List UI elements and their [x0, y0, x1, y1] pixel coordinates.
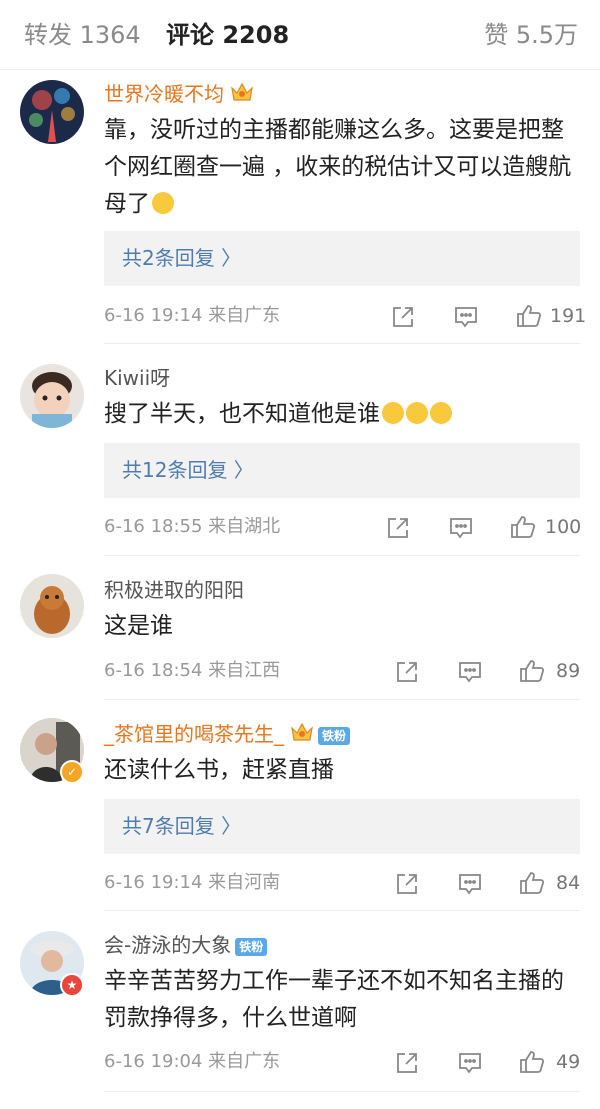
username[interactable]: 积极进取的阳阳: [104, 576, 244, 604]
verified-badge-icon: ✓: [60, 760, 84, 784]
crown-icon: [290, 721, 314, 750]
comment-meta: 6-16 19:14 来自广东: [104, 305, 281, 326]
share-icon[interactable]: [396, 873, 418, 899]
share-icon[interactable]: [396, 661, 418, 687]
comment-text: 搜了半天，也不知道他是谁: [104, 396, 582, 433]
comment-icon[interactable]: [449, 517, 473, 543]
laugh-cry-emoji: [406, 402, 428, 424]
verified-badge-icon: ★: [60, 973, 84, 997]
username-text: 会-游泳的大象: [104, 933, 232, 957]
replies-link[interactable]: 共7条回复 〉: [104, 799, 580, 854]
tab-reposts[interactable]: 转发 1364: [24, 18, 141, 52]
comment-meta: 6-16 18:55 来自湖北: [104, 516, 281, 537]
share-icon[interactable]: [392, 306, 414, 332]
username[interactable]: Kiwii呀: [104, 364, 170, 392]
fan-badge: 铁粉: [318, 726, 351, 745]
comment-item: 世界冷暖不均 靠，没听过的主播都能赚这么多。这要是把整个网红圈查一遍 ，收来的税…: [0, 70, 600, 344]
like-count: 84: [556, 872, 581, 894]
like-icon[interactable]: [519, 871, 545, 899]
comment-tabs: 转发 1364 评论 2208 赞 5.5万: [0, 0, 600, 70]
comment-item: ★ 会-游泳的大象 铁粉 辛辛苦苦努力工作一辈子还不如不知名主播的罚款挣得多，什么…: [0, 911, 600, 1092]
laugh-cry-emoji: [382, 402, 404, 424]
avatar[interactable]: [20, 80, 84, 144]
comment-text: 还读什么书，赶紧直播: [104, 757, 334, 783]
comment-item: ✓ _茶馆里的喝茶先生_ 铁粉 还读什么书，赶紧直播 共7条回复 〉 6-16 1…: [0, 700, 600, 911]
username[interactable]: 世界冷暖不均: [104, 80, 254, 110]
comment-icon[interactable]: [458, 1052, 482, 1078]
like-icon[interactable]: [510, 515, 536, 543]
share-icon[interactable]: [387, 517, 409, 543]
divider: [104, 1091, 580, 1092]
share-icon[interactable]: [396, 1052, 418, 1078]
comment-text: 这是谁: [104, 613, 173, 639]
comment-item: Kiwii呀 搜了半天，也不知道他是谁 共12条回复 〉 6-16 18:55 …: [0, 344, 600, 556]
comment-icon[interactable]: [454, 306, 478, 332]
smirk-emoji: [152, 192, 174, 214]
comment-text: 靠，没听过的主播都能赚这么多。这要是把整个网红圈查一遍 ，收来的税估计又可以造艘…: [104, 117, 572, 217]
like-count: 191: [550, 305, 587, 327]
username[interactable]: 会-游泳的大象 铁粉: [104, 931, 268, 959]
comment-text: 辛辛苦苦努力工作一辈子还不如不知名主播的罚款挣得多，什么世道啊: [104, 968, 564, 1031]
comment-meta: 6-16 19:04 来自广东: [104, 1051, 281, 1072]
avatar[interactable]: [20, 574, 84, 638]
like-count: 49: [556, 1051, 581, 1073]
comment-meta: 6-16 18:54 来自江西: [104, 660, 281, 681]
username-text: _茶馆里的喝茶先生_: [104, 722, 284, 746]
replies-link[interactable]: 共2条回复 〉: [104, 231, 580, 286]
avatar[interactable]: [20, 364, 84, 428]
tab-likes[interactable]: 赞 5.5万: [484, 18, 578, 52]
comment-item: 积极进取的阳阳 这是谁 6-16 18:54 来自江西 89: [0, 556, 600, 700]
username[interactable]: _茶馆里的喝茶先生_ 铁粉: [104, 720, 351, 750]
like-count: 100: [545, 516, 582, 538]
comment-meta: 6-16 19:14 来自河南: [104, 872, 281, 893]
like-icon[interactable]: [519, 1050, 545, 1078]
like-count: 89: [556, 660, 581, 682]
username-text: 世界冷暖不均: [104, 82, 224, 106]
laugh-cry-emoji: [430, 402, 452, 424]
like-icon[interactable]: [516, 304, 542, 332]
tab-comments[interactable]: 评论 2208: [166, 18, 289, 52]
fan-badge: 铁粉: [235, 937, 268, 956]
crown-icon: [230, 81, 254, 110]
comment-icon[interactable]: [458, 661, 482, 687]
like-icon[interactable]: [519, 659, 545, 687]
replies-link[interactable]: 共12条回复 〉: [104, 443, 580, 498]
comment-icon[interactable]: [458, 873, 482, 899]
